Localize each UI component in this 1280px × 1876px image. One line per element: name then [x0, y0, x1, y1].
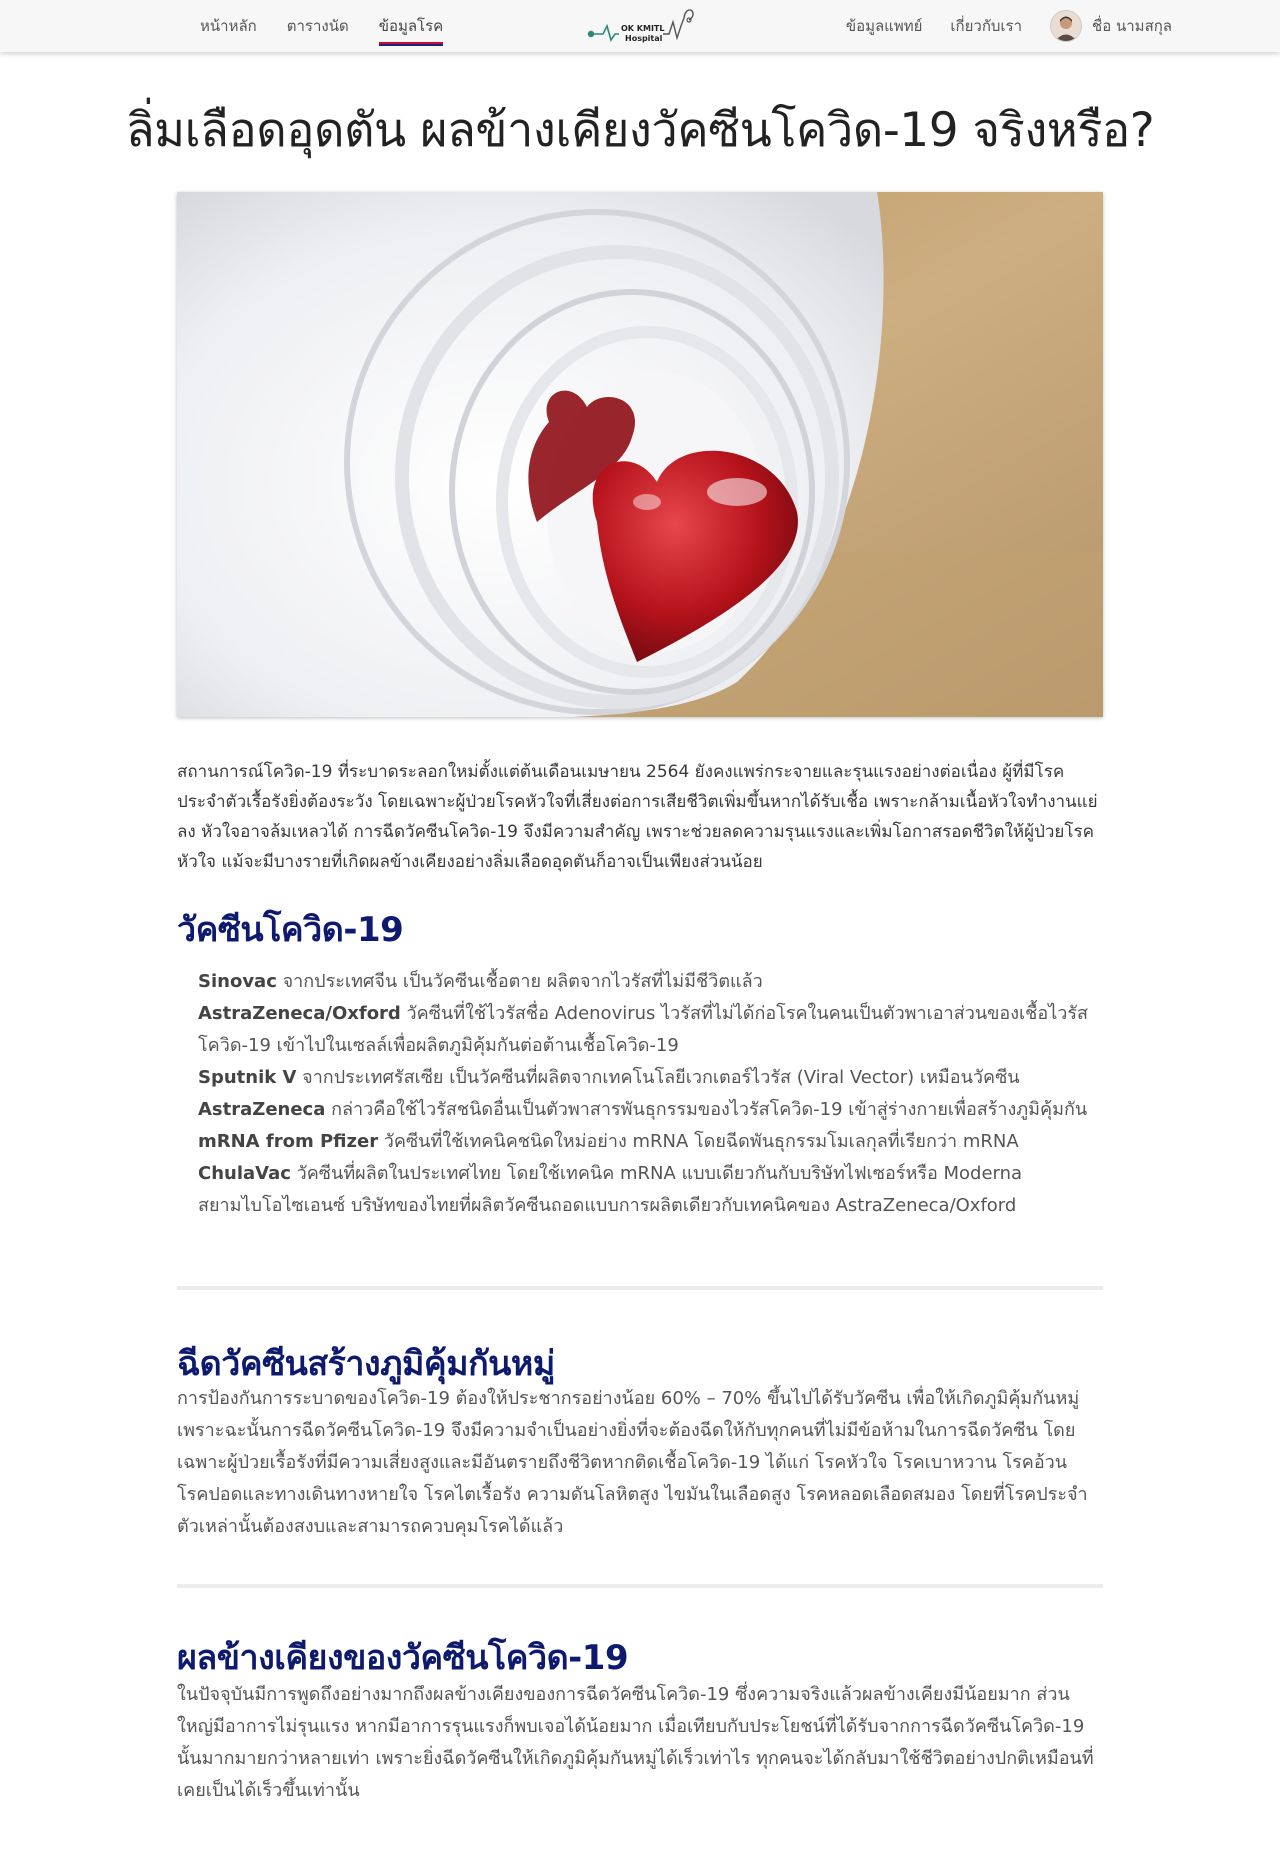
avatar [1050, 10, 1083, 42]
list-item: ChulaVac วัคซีนที่ผลิตในประเทศไทย โดยใช้… [198, 1158, 1103, 1190]
vaccine-list: Sinovac จากประเทศจีน เป็นวัคซีนเชื้อตาย … [198, 966, 1103, 1222]
list-item: Sinovac จากประเทศจีน เป็นวัคซีนเชื้อตาย … [198, 966, 1103, 998]
list-item: สยามไบโอไซเอนซ์ บริษัทของไทยที่ผลิตวัคซี… [198, 1190, 1103, 1222]
logo-text-line2: Hospital [625, 34, 663, 43]
section-divider [177, 1286, 1103, 1290]
herd-immunity-paragraph: การป้องกันการระบาดของโควิด-19 ต้องให้ประ… [177, 1388, 1088, 1537]
stethoscope-chest-piece [587, 30, 595, 38]
hospital-logo[interactable]: OK KMITL Hospital [585, 4, 695, 48]
list-item: mRNA from Pfizer วัคซีนที่ใช้เทคนิคชนิดใ… [198, 1126, 1103, 1158]
section-heading-vaccines: วัคซีนโควิด-19 [177, 910, 404, 950]
vaccine-description: จากประเทศรัสเซีย เป็นวัคซีนที่ผลิตจากเทค… [296, 1067, 1020, 1088]
vaccine-description: กล่าวคือใช้ไวรัสชนิดอื่นเป็นตัวพาสารพันธ… [325, 1099, 1088, 1120]
logo-text-line1: OK KMITL [621, 24, 664, 33]
user-avatar-icon [1051, 11, 1082, 41]
vaccine-name: AstraZeneca [198, 1099, 326, 1120]
vaccine-description: สยามไบโอไซเอนซ์ บริษัทของไทยที่ผลิตวัคซี… [198, 1195, 1017, 1216]
nav-doctor-info-link[interactable]: ข้อมูลแพทย์ [846, 14, 923, 38]
list-item: Sputnik V จากประเทศรัสเซีย เป็นวัคซีนที่… [198, 1062, 1103, 1094]
heartbeat-line-icon-right [663, 17, 685, 41]
side-effects-paragraph: ในปัจจุบันมีการพูดถึงอย่างมากถึงผลข้างเค… [177, 1684, 1094, 1801]
vaccine-description: วัคซีนที่ใช้เทคนิคชนิดใหม่อย่าง mRNA โดย… [378, 1131, 1019, 1152]
section-divider [177, 1584, 1103, 1588]
vaccine-name: Sinovac [198, 971, 277, 992]
nav-schedule-link[interactable]: ตารางนัด [287, 14, 349, 38]
vaccine-name: ChulaVac [198, 1163, 291, 1184]
top-navbar: หน้าหลัก ตารางนัด ข้อมูลโรค OK KMITL Hos… [0, 0, 1280, 52]
list-item: AstraZeneca กล่าวคือใช้ไวรัสชนิดอื่นเป็น… [198, 1094, 1103, 1126]
nav-left-group: หน้าหลัก ตารางนัด ข้อมูลโรค [200, 0, 443, 52]
pill-bottle-heart-illustration [177, 192, 1103, 717]
list-item: AstraZeneca/Oxford วัคซีนที่ใช้ไวรัสชื่อ… [198, 998, 1103, 1062]
nav-disease-info-link[interactable]: ข้อมูลโรค [378, 14, 443, 46]
section-heading-herd-immunity: ฉีดวัคซีนสร้างภูมิคุ้มกันหมู่ [177, 1344, 555, 1384]
vaccine-name: AstraZeneca/Oxford [198, 1003, 401, 1024]
vaccine-name: mRNA from Pfizer [198, 1131, 379, 1152]
nav-about-link[interactable]: เกี่ยวกับเรา [950, 14, 1022, 38]
nav-home-link[interactable]: หน้าหลัก [200, 14, 257, 38]
vaccine-name: Sputnik V [198, 1067, 297, 1088]
vaccine-description: วัคซีนที่ผลิตในประเทศไทย โดยใช้เทคนิค mR… [290, 1163, 1023, 1184]
intro-paragraph: สถานการณ์โควิด-19 ที่ระบาดระลอกใหม่ตั้งแ… [177, 762, 1098, 872]
section-heading-side-effects: ผลข้างเคียงของวัคซีนโควิด-19 [177, 1638, 629, 1678]
nav-right-group: ข้อมูลแพทย์ เกี่ยวกับเรา ชื่อ นามสกุล [846, 0, 1172, 52]
vaccine-description: จากประเทศจีน เป็นวัคซีนเชื้อตาย ผลิตจากไ… [276, 971, 763, 992]
hero-image [177, 192, 1103, 717]
user-name: ชื่อ นามสกุล [1092, 17, 1172, 35]
user-profile-menu[interactable]: ชื่อ นามสกุล [1050, 10, 1172, 42]
page-title: ลิ่มเลือดอุดตัน ผลข้างเคียงวัคซีนโควิด-1… [125, 103, 1155, 158]
heartbeat-line-icon [594, 23, 619, 42]
